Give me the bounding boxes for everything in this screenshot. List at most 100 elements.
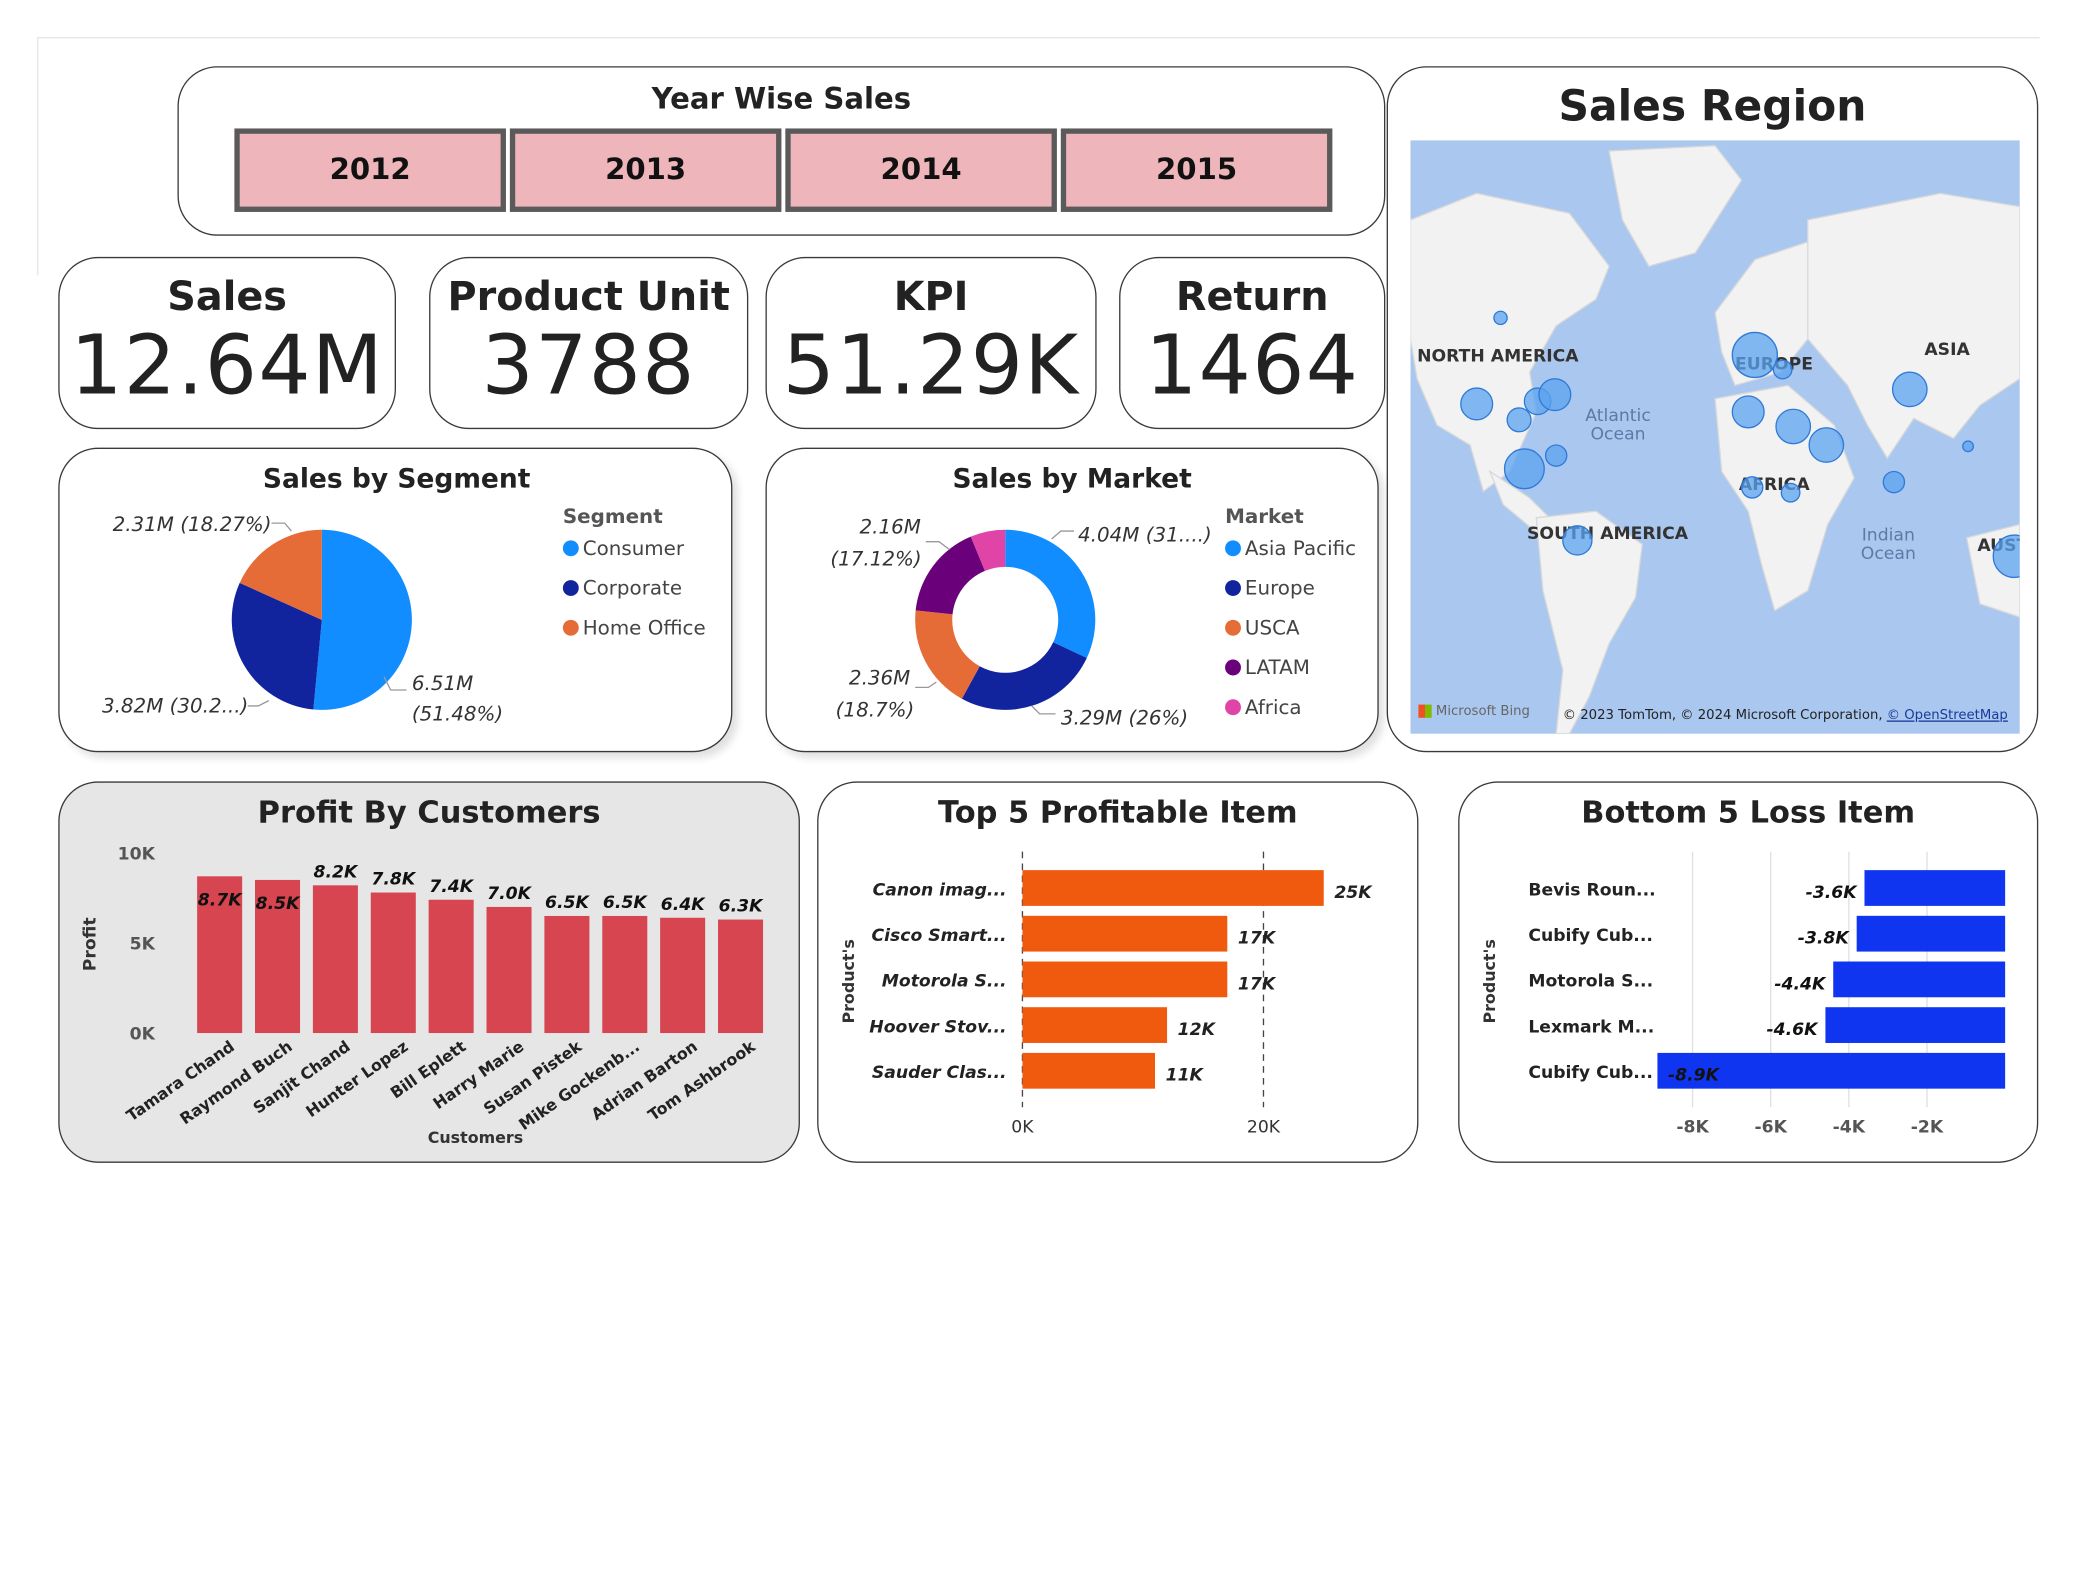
kpi-value: 12.64M [70, 316, 385, 414]
leader-line-latam [925, 541, 950, 551]
kpi-label: Product Unit [447, 274, 730, 321]
bar-bill-eplett [428, 899, 474, 1034]
legend-label: LATAM [1244, 655, 1310, 680]
bar-motorola-s [1022, 961, 1228, 998]
kpi-card-product-unit: Product Unit 3788 [429, 256, 749, 430]
y-tick-label-bevis-roun: Bevis Roun... [1528, 880, 1655, 900]
legend-swatch [1225, 580, 1241, 596]
legend-item-consumer[interactable]: Consumer [562, 536, 684, 560]
x-axis-label: Customers [428, 1128, 523, 1147]
legend-item-usca[interactable]: USCA [1225, 616, 1300, 640]
y-tick-label: 0K [130, 1025, 156, 1045]
legend-item-home-office[interactable]: Home Office [562, 616, 706, 640]
segment-pie-chart[interactable]: 6.51M (51.48%) 3.82M (30.2...) 2.31M (18.27… [60, 449, 734, 754]
legend-swatch [562, 540, 579, 557]
year-button-2012[interactable]: 2012 [234, 128, 506, 212]
data-label-lexmark-m: -4.6K [1767, 1020, 1820, 1040]
bar-mike-gockenb [602, 915, 648, 1034]
legend-swatch [1225, 659, 1241, 676]
bar-bevis-roun [1864, 870, 2006, 906]
segment-legend-title: Segment [562, 504, 663, 529]
bar-motorola-s [1833, 961, 2006, 998]
y-tick-label-hoover-stov: Hoover Stov... [869, 1017, 1006, 1037]
top5-bar-chart[interactable]: 0K 20K Product's Canon imag... 25K Cisco Smar… [818, 783, 1419, 1164]
leader-line-usca [915, 681, 937, 689]
y-tick-label-motorola-s: Motorola S... [882, 972, 1007, 992]
legend-label: Corporate [582, 576, 683, 600]
map-copyright: © 2023 TomTom, © 2024 Microsoft Corporat… [1563, 709, 2008, 724]
data-label-cubify-cub: -3.8K [1798, 929, 1851, 949]
donut-slice-asia-pacific [1005, 529, 1096, 658]
legend-swatch [562, 580, 579, 596]
legend-swatch [562, 619, 579, 636]
data-label-sanjit-chand: 8.2K [313, 862, 358, 882]
sales-bubble-9 [1772, 359, 1793, 380]
bar-hunter-lopez [370, 892, 416, 1034]
data-label-tamara-chand: 8.7K [198, 890, 243, 910]
data-label-canon-imag: 25K [1334, 883, 1373, 903]
market-legend-title: Market [1225, 504, 1304, 529]
data-label-corporate: 3.82M (30.2...) [102, 695, 248, 718]
pie-slice-consumer [313, 529, 412, 710]
top5-profitable-card: Top 5 Profitable Item 0K 20K Product's Cano… [817, 781, 1419, 1164]
bar-tom-ashbrook [718, 919, 764, 1034]
x-tick-label: 20K [1247, 1117, 1281, 1137]
sales-bubble-5 [1538, 378, 1572, 412]
sales-bubble-19 [1992, 534, 2020, 579]
profit-by-customers-card: Profit By Customers 0K 5K 10K Profit 8.7K Tam… [58, 781, 802, 1164]
bottom5-bar-chart[interactable]: -8K -6K -4K -2K Product's Bevis Roun... -3.6K C… [1459, 783, 2039, 1164]
legend-item-europe[interactable]: Europe [1225, 576, 1315, 600]
legend-item-asia-pacific[interactable]: Asia Pacific [1225, 536, 1356, 560]
world-map[interactable]: NORTH AMERICA EUROPE ASIA AFRICA SOUTH A… [1410, 140, 2020, 734]
kpi-value: 3788 [481, 316, 696, 414]
y-axis-label: Product's [839, 939, 858, 1023]
data-label-mike-gockenb: 6.5K [603, 893, 648, 913]
sales-bubble-2 [1460, 387, 1494, 421]
sales-bubbles [1460, 310, 2020, 579]
legend-label: Africa [1244, 695, 1302, 720]
data-label-cubify-cub: -8.9K [1668, 1066, 1721, 1086]
bar-susan-pistek [544, 915, 590, 1034]
data-label-susan-pistek: 6.5K [545, 893, 590, 913]
y-tick-label-cisco-smart: Cisco Smart... [872, 926, 1007, 946]
y-axis-label: Product's [1480, 939, 1499, 1023]
data-label-bevis-roun: -3.6K [1806, 883, 1859, 903]
frame-top-line [37, 37, 2040, 39]
legend-swatch [1225, 619, 1241, 636]
kpi-label: KPI [893, 274, 969, 321]
y-tick-label-cubify-cub: Cubify Cub... [1528, 926, 1653, 946]
data-label-bill-eplett: 7.4K [429, 877, 474, 897]
kpi-card-kpi: KPI 51.29K [765, 256, 1097, 430]
kpi-card-sales: Sales 12.64M [58, 256, 396, 430]
sales-region-title: Sales Region [1558, 80, 1867, 132]
kpi-value: 51.29K [782, 316, 1080, 414]
profit-bar-chart[interactable]: 0K5K10KProfit8.7KTamara Chand8.5KRaymond… [60, 783, 802, 1164]
legend-item-latam[interactable]: LATAM [1225, 655, 1310, 680]
legend-item-africa[interactable]: Africa [1225, 695, 1302, 719]
sales-bubble-7 [1503, 448, 1545, 490]
sales-bubble-8 [1731, 331, 1779, 379]
legend-swatch [1225, 699, 1241, 716]
openstreetmap-link[interactable]: © OpenStreetMap [1887, 709, 2008, 724]
sales-bubble-16 [1740, 476, 1764, 499]
data-label-harry-marie: 7.0K [487, 884, 532, 904]
data-label-usca-pct: (18.7%) [836, 699, 915, 722]
data-label-tom-ashbrook: 6.3K [719, 897, 764, 917]
bing-logo-icon [1418, 704, 1432, 718]
data-label-latam: 2.16M [860, 516, 921, 539]
data-label-usca: 2.36M [849, 667, 910, 690]
x-tick-label: -4K [1833, 1117, 1866, 1137]
y-tick-label-sauder-clas: Sauder Clas... [872, 1063, 1007, 1083]
year-button-2014[interactable]: 2014 [785, 128, 1057, 212]
year-button-2015[interactable]: 2015 [1060, 128, 1333, 212]
y-axis-label: Profit [80, 917, 100, 971]
sales-by-market-card: Sales by Market 4.04M (31....) 3.29M (26%… [765, 447, 1379, 753]
bottom5-loss-card: Bottom 5 Loss Item -8K -6K -4K -2K Product's… [1458, 781, 2039, 1164]
year-button-2013[interactable]: 2013 [509, 128, 782, 212]
sales-bubble-1 [1493, 310, 1508, 326]
bar-cubify-cub [1856, 915, 2006, 952]
x-tick-label-hunter-lopez: Hunter Lopez [302, 1037, 411, 1121]
year-slicer-title: Year Wise Sales [651, 83, 912, 117]
legend-item-corporate[interactable]: Corporate [562, 576, 683, 600]
data-label-home-office: 2.31M (18.27%) [113, 513, 272, 536]
